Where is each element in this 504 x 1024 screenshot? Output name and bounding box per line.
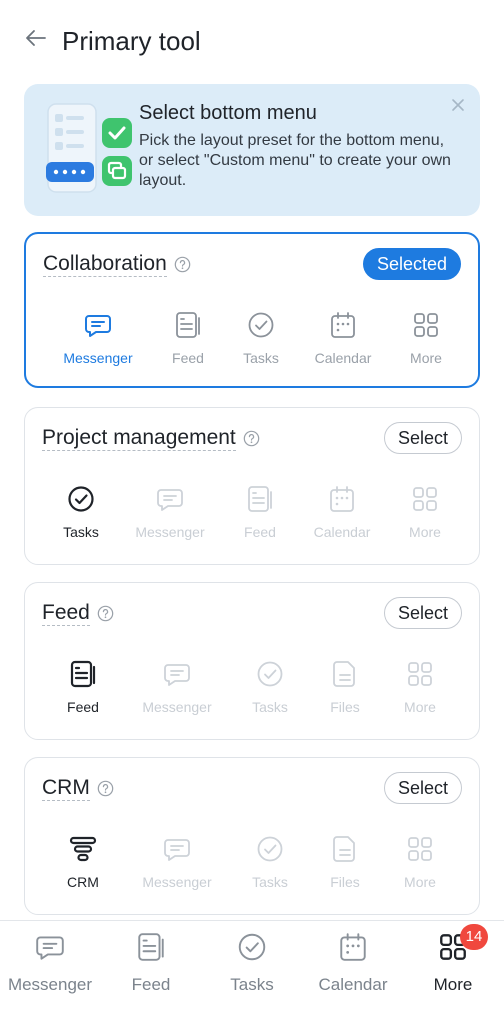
preset-item: More: [375, 834, 465, 904]
file-icon: [333, 661, 355, 687]
tab-label: Tasks: [230, 975, 274, 994]
preset-items: CRM Messenger Tasks Files More: [25, 834, 481, 904]
select-button[interactable]: Select: [383, 772, 462, 804]
preset-item-label: Messenger: [63, 350, 133, 366]
preset-item: Tasks: [36, 484, 126, 554]
tab-calendar[interactable]: Calendar: [303, 931, 403, 1011]
preset-item-label: More: [409, 524, 441, 540]
select-button[interactable]: Select: [383, 597, 462, 629]
calendar-icon: [331, 312, 355, 338]
preset-card-project-management[interactable]: Project management Select Tasks Messenge…: [24, 407, 480, 565]
menu-illustration-icon: [46, 103, 132, 193]
preset-item: Messenger: [125, 484, 215, 554]
preset-item: Messenger: [53, 310, 143, 380]
preset-item-label: Tasks: [63, 524, 99, 540]
messenger-icon: [164, 839, 190, 861]
messenger-icon: [85, 315, 111, 337]
messenger-icon: [164, 664, 190, 686]
preset-item-label: CRM: [67, 874, 99, 890]
preset-item-label: More: [404, 699, 436, 715]
feed-icon: [176, 312, 200, 338]
close-icon[interactable]: [449, 96, 467, 114]
grid-icon: [413, 487, 437, 511]
preset-title: Project management: [42, 425, 260, 451]
banner-text: Pick the layout preset for the bottom me…: [139, 132, 451, 189]
preset-title: Collaboration: [43, 251, 191, 277]
preset-items: Feed Messenger Tasks Files More: [25, 659, 481, 729]
help-icon[interactable]: [174, 254, 191, 273]
preset-item: Feed: [38, 659, 128, 729]
tab-messenger[interactable]: Messenger: [0, 931, 100, 1011]
preset-item-label: Tasks: [243, 350, 279, 366]
preset-item: Tasks: [216, 310, 306, 380]
calendar-icon: [340, 933, 366, 961]
tab-tasks[interactable]: Tasks: [202, 931, 302, 1011]
grid-icon: [408, 837, 432, 861]
tab-more[interactable]: 14 More: [403, 924, 503, 1011]
preset-items: Tasks Messenger Feed Calendar More: [25, 484, 481, 554]
preset-item: More: [381, 310, 471, 380]
messenger-icon: [157, 489, 183, 511]
tab-label: More: [433, 975, 473, 994]
file-icon: [333, 836, 355, 862]
preset-item-label: Calendar: [313, 524, 371, 540]
preset-item-label: Messenger: [142, 699, 212, 715]
calendar-icon: [330, 486, 354, 512]
preset-item-label: More: [410, 350, 442, 366]
notification-badge: 14: [460, 924, 488, 950]
help-icon[interactable]: [97, 603, 114, 622]
preset-item-label: Messenger: [142, 874, 212, 890]
tab-label: Calendar: [318, 975, 388, 994]
page-title: Primary tool: [62, 26, 201, 56]
preset-item: CRM: [38, 834, 128, 904]
preset-item: Calendar: [297, 484, 387, 554]
preset-item-label: Feed: [67, 699, 99, 715]
preset-item: Messenger: [132, 834, 222, 904]
banner-title: Select bottom menu: [139, 102, 317, 124]
preset-item: More: [375, 659, 465, 729]
grid-icon: [408, 662, 432, 686]
tab-label: Feed: [131, 975, 171, 994]
grid-icon: [414, 313, 438, 337]
tasks-icon: [257, 836, 283, 862]
preset-item-label: Feed: [244, 524, 276, 540]
tab-feed[interactable]: Feed: [101, 931, 201, 1011]
preset-title: Feed: [42, 600, 114, 626]
messenger-icon: [36, 936, 64, 960]
help-icon[interactable]: [97, 778, 114, 797]
preset-items: Messenger Feed Tasks Calendar More: [26, 310, 482, 380]
preset-card-crm[interactable]: CRM Select CRM Messenger Tasks Files Mor…: [24, 757, 480, 915]
preset-card-collaboration[interactable]: Collaboration Selected Messenger Feed Ta…: [24, 232, 480, 388]
arrow-left-icon[interactable]: [24, 26, 48, 50]
tasks-icon: [248, 312, 274, 338]
preset-item: Calendar: [298, 310, 388, 380]
preset-card-feed[interactable]: Feed Select Feed Messenger Tasks Files M…: [24, 582, 480, 740]
feed-icon: [248, 486, 272, 512]
preset-item: Messenger: [132, 659, 222, 729]
select-button[interactable]: Select: [383, 422, 462, 454]
preset-item-label: More: [404, 874, 436, 890]
preset-title: CRM: [42, 775, 114, 801]
preset-item: More: [380, 484, 470, 554]
preset-item-label: Calendar: [314, 350, 372, 366]
feed-icon: [138, 933, 164, 961]
selected-button[interactable]: Selected: [362, 248, 461, 280]
tasks-icon: [257, 661, 283, 687]
tasks-icon: [238, 933, 266, 961]
crm-funnel-icon: [69, 836, 97, 862]
tab-label: Messenger: [7, 975, 93, 994]
feed-icon: [70, 660, 96, 688]
bottom-nav: Messenger Feed Tasks Calendar 14 More: [0, 920, 504, 1024]
help-icon[interactable]: [243, 428, 260, 447]
tasks-icon: [68, 486, 94, 512]
header: Primary tool: [0, 0, 504, 82]
preset-item: Feed: [215, 484, 305, 554]
preset-item-label: Messenger: [135, 524, 205, 540]
